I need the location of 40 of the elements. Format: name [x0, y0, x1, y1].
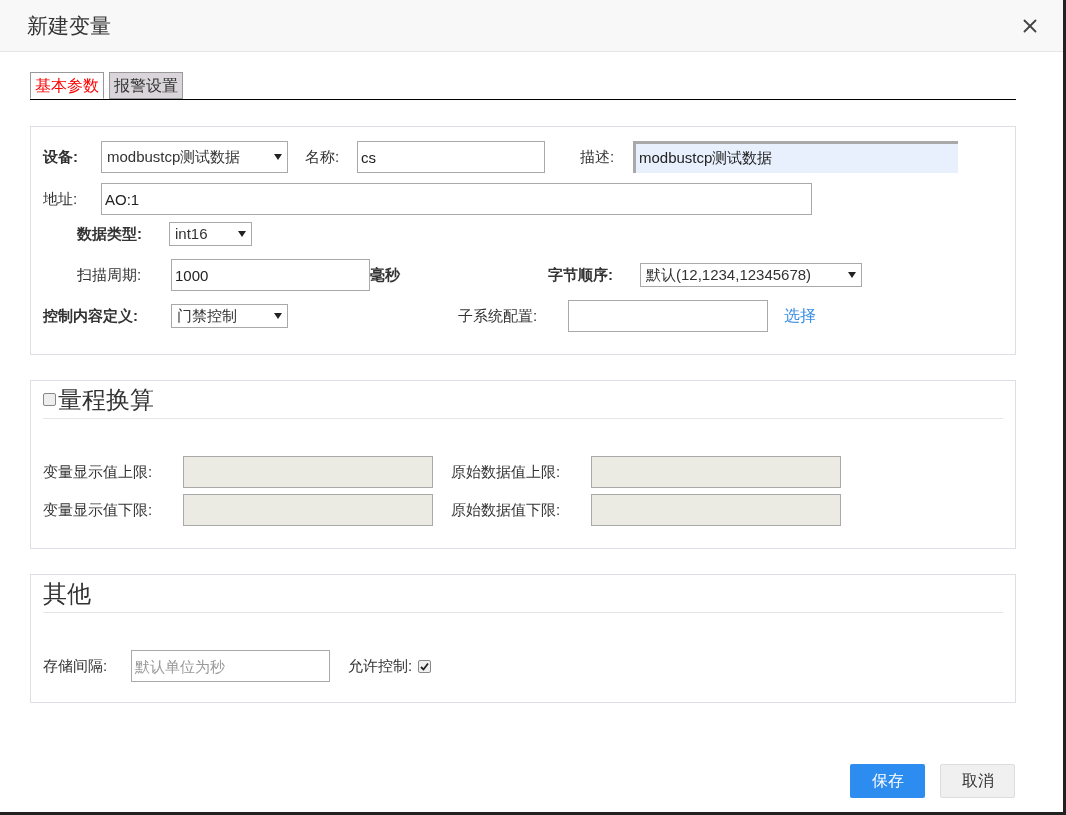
checkbox[interactable]	[43, 393, 56, 406]
dropdown-caret-icon	[848, 272, 856, 278]
limit-label: 变量显示值下限:	[43, 499, 154, 520]
scan-period-label: 扫描周期:	[77, 264, 143, 285]
scan-period-field[interactable]: 1000	[171, 259, 370, 291]
subsystem-field[interactable]	[568, 300, 768, 332]
storage-field[interactable]: 默认单位为秒	[131, 650, 330, 682]
name-label: 名称:	[305, 146, 341, 167]
dropdown-caret-icon	[274, 313, 282, 319]
address-label: 地址:	[43, 188, 79, 209]
limit-label: 变量显示值上限:	[43, 461, 154, 482]
section-title: 量程换算	[58, 384, 154, 415]
data-type-label: 数据类型:	[77, 223, 143, 244]
checkbox[interactable]	[418, 659, 432, 673]
device-label: 设备:	[43, 146, 79, 167]
device-select[interactable]: modbustcp测试数据	[101, 141, 288, 173]
subsystem-label: 子系统配置:	[458, 305, 539, 326]
address-field[interactable]: AO:1	[101, 183, 812, 215]
storage-label: 存储间隔:	[43, 655, 109, 676]
limit-label: 原始数据值上限:	[450, 461, 562, 482]
cancel-button[interactable]: 取消	[940, 764, 1015, 798]
checkmark-icon	[420, 661, 430, 671]
control-content-label: 控制内容定义:	[43, 305, 139, 326]
byte-order-select[interactable]: 默认(12,1234,12345678)	[640, 263, 862, 287]
select-link[interactable]: 选择	[784, 304, 816, 328]
dropdown-caret-icon	[238, 231, 246, 237]
limit-label: 原始数据值下限:	[450, 499, 562, 520]
tab[interactable]: 基本参数	[30, 72, 104, 99]
dropdown-caret-icon	[274, 154, 282, 160]
unit-label: 毫秒	[370, 264, 400, 285]
name-field[interactable]: cs	[357, 141, 545, 173]
allow-control-label: 允许控制:	[348, 655, 413, 676]
description-label: 描述:	[580, 146, 616, 167]
byte-order-label: 字节顺序:	[548, 264, 614, 285]
section-title: 其他	[43, 578, 91, 609]
data-type-select[interactable]: int16	[169, 222, 252, 246]
description-field[interactable]: modbustcp测试数据	[633, 141, 958, 173]
control-content-select[interactable]: 门禁控制	[171, 304, 288, 328]
dialog-title: 新建变量	[27, 12, 111, 39]
tab[interactable]: 报警设置	[109, 72, 183, 99]
